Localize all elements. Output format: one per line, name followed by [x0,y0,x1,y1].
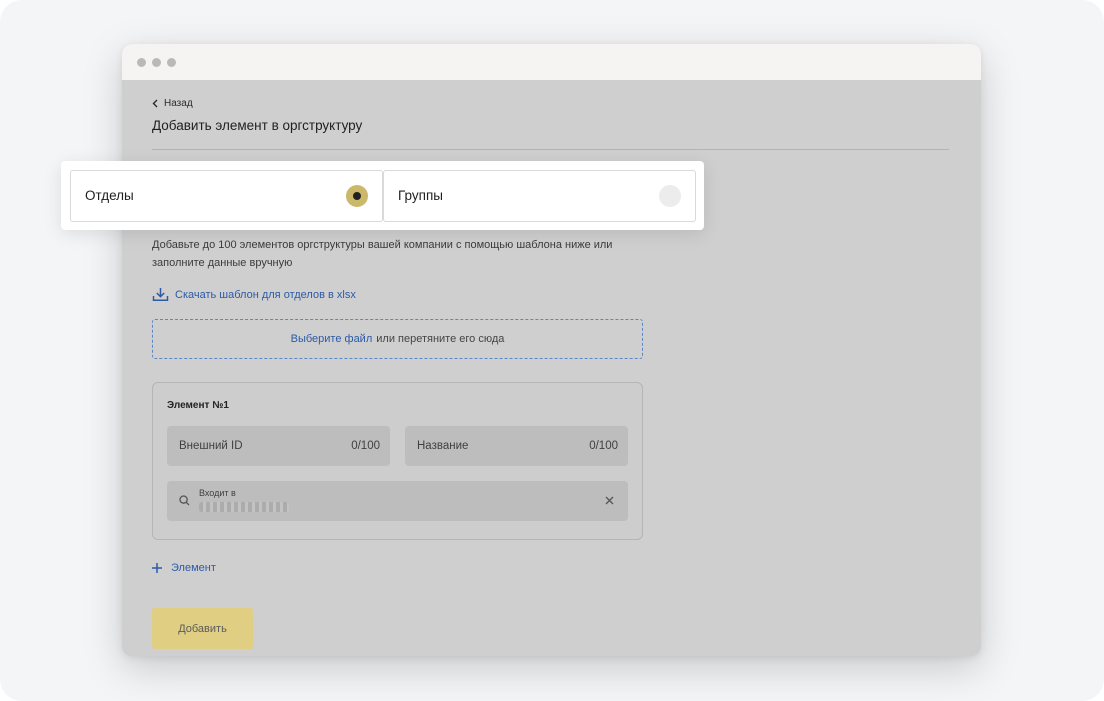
add-element-button[interactable]: Элемент [152,562,216,574]
submit-button[interactable]: Добавить [152,608,253,649]
dropzone-hint: или перетяните его сюда [376,333,505,345]
download-label: Скачать шаблон для отделов в xlsx [175,288,356,301]
radio-unselected-icon[interactable] [659,185,681,207]
search-icon [179,495,190,506]
page-title: Добавить элемент в оргструктуру [152,118,363,133]
download-icon [152,288,169,301]
option-departments[interactable]: Отделы [70,170,383,222]
window-titlebar [122,44,981,81]
choose-file-link[interactable]: Выберите файл [291,333,373,345]
parent-select-input[interactable]: Входит в [167,481,628,521]
clear-icon[interactable] [605,496,614,505]
chevron-left-icon [152,99,158,108]
external-id-placeholder: Внешний ID [179,440,243,452]
window-maximize-dot[interactable] [167,58,176,67]
element-card-title: Элемент №1 [167,400,229,411]
back-label: Назад [164,98,193,109]
name-placeholder: Название [417,440,469,452]
description-text: Добавьте до 100 элементов оргструктуры в… [152,239,613,269]
type-selector-popup: Отделы Группы [61,161,704,230]
file-dropzone[interactable]: Выберите файл или перетяните его сюда [152,319,643,359]
download-template-link[interactable]: Скачать шаблон для отделов в xlsx [152,287,356,302]
radio-selected-icon[interactable] [346,185,368,207]
element-card: Элемент №1 Внешний ID 0/100 Название 0/1… [152,382,643,540]
back-link[interactable]: Назад [152,98,193,109]
name-input[interactable]: Название 0/100 [405,426,628,466]
external-id-input[interactable]: Внешний ID 0/100 [167,426,390,466]
option-departments-label: Отделы [85,188,134,203]
external-id-counter: 0/100 [351,440,380,452]
option-groups-label: Группы [398,188,443,203]
option-groups[interactable]: Группы [383,170,696,222]
parent-select-label: Входит в [199,488,236,498]
parent-select-value-blurred [199,502,289,512]
title-divider [152,149,949,150]
screenshot-background: Назад Добавить элемент в оргструктуру До… [0,0,1104,701]
window-close-dot[interactable] [137,58,146,67]
plus-icon [152,563,162,573]
window-minimize-dot[interactable] [152,58,161,67]
name-counter: 0/100 [589,440,618,452]
browser-window: Назад Добавить элемент в оргструктуру До… [122,44,981,656]
add-element-label: Элемент [171,562,216,574]
